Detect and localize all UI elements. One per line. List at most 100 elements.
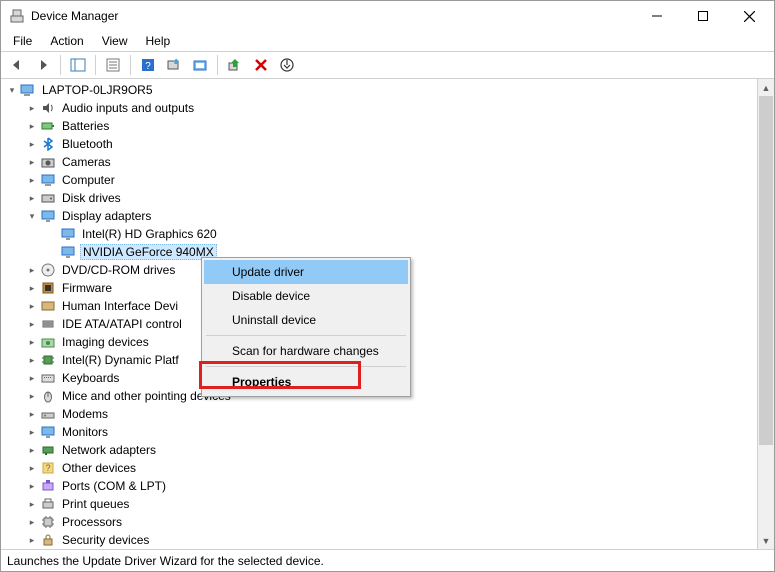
window-title: Device Manager	[31, 9, 634, 23]
expand-arrow-icon[interactable]: ▸	[25, 371, 39, 385]
tree-node-label: Security devices	[60, 533, 151, 547]
tree-node-label: Other devices	[60, 461, 138, 475]
context-menu-disable-device[interactable]: Disable device	[204, 284, 408, 308]
expand-arrow-icon[interactable]: ▸	[25, 173, 39, 187]
enable-device-button[interactable]	[223, 54, 247, 76]
expand-arrow-icon[interactable]: ▸	[25, 353, 39, 367]
tree-node-bluetooth[interactable]: ▸Bluetooth	[25, 135, 757, 153]
tree-node-network[interactable]: ▸ Network adapters	[25, 441, 757, 459]
expand-arrow-icon[interactable]: ▸	[25, 425, 39, 439]
statusbar-text: Launches the Update Driver Wizard for th…	[7, 554, 324, 568]
device-tree-container[interactable]: ▾ LAPTOP-0LJR9OR5 ▸Audio inputs and outp…	[1, 79, 757, 549]
expand-arrow-icon[interactable]: ▸	[25, 335, 39, 349]
expand-arrow-icon[interactable]: ▸	[25, 479, 39, 493]
imaging-icon	[40, 334, 56, 350]
menu-help[interactable]: Help	[138, 32, 179, 50]
menu-file[interactable]: File	[5, 32, 40, 50]
scrollbar-thumb[interactable]	[759, 96, 773, 445]
chip-icon	[40, 352, 56, 368]
svg-text:?: ?	[145, 61, 151, 72]
menu-action[interactable]: Action	[42, 32, 91, 50]
tree-node-label: Processors	[60, 515, 124, 529]
svg-text:?: ?	[45, 463, 50, 473]
expand-arrow-icon[interactable]: ▸	[25, 155, 39, 169]
firmware-icon	[40, 280, 56, 296]
context-menu-uninstall-device[interactable]: Uninstall device	[204, 308, 408, 332]
expand-arrow-icon[interactable]: ▸	[25, 515, 39, 529]
uninstall-device-button[interactable]	[249, 54, 273, 76]
expand-arrow-icon[interactable]: ▸	[25, 101, 39, 115]
tree-node-print-queues[interactable]: ▸ Print queues	[25, 495, 757, 513]
context-menu-scan-hardware[interactable]: Scan for hardware changes	[204, 339, 408, 363]
tree-node-monitors[interactable]: ▸Monitors	[25, 423, 757, 441]
toolbar-separator	[217, 55, 218, 75]
close-button[interactable]	[726, 1, 772, 31]
tree-node-modems[interactable]: ▸ Modems	[25, 405, 757, 423]
update-driver-button[interactable]	[188, 54, 212, 76]
maximize-button[interactable]	[680, 1, 726, 31]
expand-arrow-icon[interactable]: ▸	[25, 407, 39, 421]
tree-node-label: DVD/CD-ROM drives	[60, 263, 177, 277]
monitor-icon	[40, 424, 56, 440]
vertical-scrollbar[interactable]: ▲ ▼	[757, 79, 774, 549]
properties-button[interactable]	[101, 54, 125, 76]
expand-arrow-icon[interactable]: ▸	[25, 497, 39, 511]
expand-arrow-icon[interactable]: ▸	[25, 389, 39, 403]
tree-node-label: Print queues	[60, 497, 131, 511]
tree-node-audio[interactable]: ▸Audio inputs and outputs	[25, 99, 757, 117]
forward-button[interactable]	[31, 54, 55, 76]
back-button[interactable]	[5, 54, 29, 76]
tree-node-display[interactable]: ▾Display adapters	[25, 207, 757, 225]
hid-icon	[40, 298, 56, 314]
tree-node-cameras[interactable]: ▸Cameras	[25, 153, 757, 171]
disk-icon	[40, 190, 56, 206]
modem-icon	[40, 406, 56, 422]
tree-node-security[interactable]: ▸ Security devices	[25, 531, 757, 549]
display-adapter-icon	[60, 244, 76, 260]
scroll-down-button[interactable]: ▼	[758, 532, 774, 549]
statusbar: Launches the Update Driver Wizard for th…	[1, 549, 774, 571]
keyboard-icon	[40, 370, 56, 386]
scan-hardware-button[interactable]	[162, 54, 186, 76]
scroll-up-button[interactable]: ▲	[758, 79, 774, 96]
tree-node-label: Imaging devices	[60, 335, 151, 349]
minimize-button[interactable]	[634, 1, 680, 31]
menu-view[interactable]: View	[94, 32, 136, 50]
help-button[interactable]: ?	[136, 54, 160, 76]
expand-arrow-icon[interactable]: ▸	[25, 191, 39, 205]
context-menu-properties[interactable]: Properties	[204, 370, 408, 394]
tree-node-processors[interactable]: ▸ Processors	[25, 513, 757, 531]
context-menu-update-driver[interactable]: Update driver	[204, 260, 408, 284]
expand-arrow-icon[interactable]: ▸	[25, 281, 39, 295]
window-controls	[634, 1, 772, 31]
expand-arrow-icon[interactable]: ▸	[25, 299, 39, 313]
tree-node-label: NVIDIA GeForce 940MX	[80, 244, 217, 260]
tree-node-other[interactable]: ▸? Other devices	[25, 459, 757, 477]
tree-node-label: Keyboards	[60, 371, 121, 385]
expand-arrow-icon[interactable]: ▸	[25, 443, 39, 457]
network-adapter-icon	[40, 442, 56, 458]
expand-arrow-icon[interactable]: ▸	[25, 119, 39, 133]
disable-device-button[interactable]	[275, 54, 299, 76]
expand-arrow-icon[interactable]: ▸	[25, 533, 39, 547]
collapse-arrow-icon[interactable]: ▾	[5, 83, 19, 97]
tree-node-label: LAPTOP-0LJR9OR5	[40, 83, 155, 97]
scrollbar-track[interactable]	[758, 96, 774, 532]
tree-node-batteries[interactable]: ▸Batteries	[25, 117, 757, 135]
expand-arrow-icon[interactable]: ▸	[25, 461, 39, 475]
tree-root-node[interactable]: ▾ LAPTOP-0LJR9OR5	[5, 81, 757, 99]
tree-node-computer[interactable]: ▸Computer	[25, 171, 757, 189]
tree-node-label: IDE ATA/ATAPI control	[60, 317, 184, 331]
expand-arrow-icon[interactable]: ▸	[25, 137, 39, 151]
tree-node-display-intel[interactable]: ▸Intel(R) HD Graphics 620	[45, 225, 757, 243]
menubar: File Action View Help	[1, 31, 774, 51]
expand-arrow-icon[interactable]: ▸	[25, 317, 39, 331]
tree-node-label: Network adapters	[60, 443, 158, 457]
expand-arrow-icon[interactable]: ▸	[25, 263, 39, 277]
collapse-arrow-icon[interactable]: ▾	[25, 209, 39, 223]
show-hide-tree-button[interactable]	[66, 54, 90, 76]
tree-node-label: Disk drives	[60, 191, 123, 205]
tree-node-label: Modems	[60, 407, 110, 421]
tree-node-disk[interactable]: ▸ Disk drives	[25, 189, 757, 207]
tree-node-ports[interactable]: ▸Ports (COM & LPT)	[25, 477, 757, 495]
